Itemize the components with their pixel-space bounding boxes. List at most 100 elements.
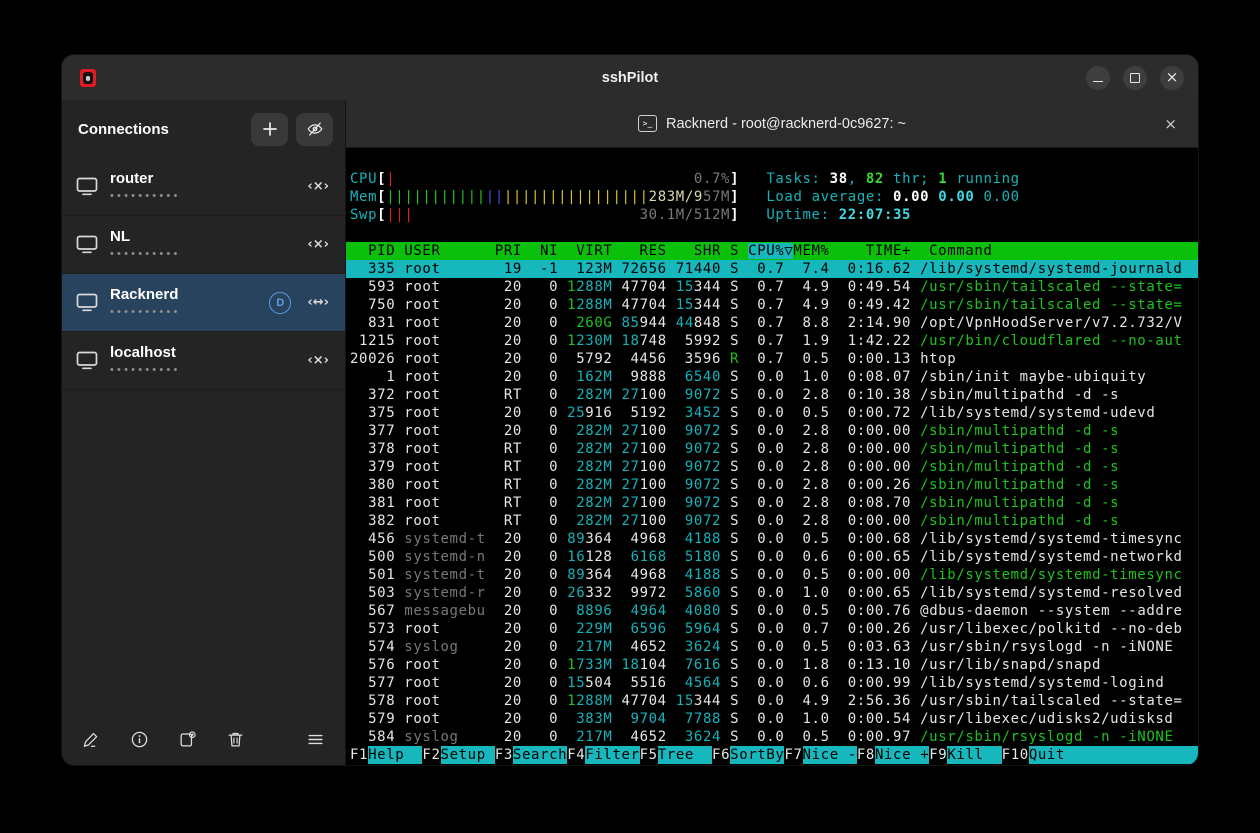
add-connection-button[interactable] (251, 113, 288, 146)
text-segment: CPU%▽ (748, 243, 793, 259)
menu-button[interactable] (306, 730, 325, 749)
copy-connection-button[interactable] (178, 730, 197, 749)
text-segment: 27 (621, 513, 639, 529)
text-segment: 344 S 0.7 4.9 0:49.42 (694, 297, 920, 313)
eye-off-icon (306, 120, 324, 138)
connection-item-nl[interactable]: NL •••••••••• ‹×› (62, 216, 345, 274)
text-segment: 44 (676, 315, 694, 331)
connection-item-racknerd[interactable]: Racknerd •••••••••• D ‹↔› (62, 274, 345, 332)
process-row: 576 root 20 0 1733M 18104 7616 S 0.0 1.8… (350, 656, 1198, 674)
connection-info-button[interactable] (130, 730, 149, 749)
fn-sortby-button[interactable]: SortBy (730, 746, 784, 764)
fnkey-f4: F4 (567, 746, 585, 764)
text-segment: 100 (640, 513, 676, 529)
text-segment: /sbin/multipathd -d -s (920, 513, 1119, 529)
trash-icon (226, 730, 245, 749)
text-segment: 20 0 (486, 531, 567, 547)
terminal-tab-bar[interactable]: >_ Racknerd - root@racknerd-0c9627: ~ × (346, 100, 1198, 148)
text-segment: S 0.0 0.6 0:00.99 /lib/systemd/systemd-l… (721, 675, 1164, 691)
text-segment: syslog (404, 729, 485, 745)
text-segment: /usr/sbin/rsyslogd -n -iNONE (920, 729, 1173, 745)
text-segment: 89 (567, 567, 585, 583)
window-controls: × (1086, 66, 1184, 90)
text-segment: 6540 (676, 369, 721, 385)
text-segment (667, 549, 676, 565)
text-segment: 1 (567, 657, 576, 673)
text-segment: 733M (576, 657, 612, 673)
connection-item-localhost[interactable]: localhost •••••••••• ‹×› (62, 332, 345, 390)
close-button[interactable]: × (1160, 66, 1184, 90)
text-segment: | (386, 171, 395, 187)
text-segment: 573 root 20 0 (350, 621, 567, 637)
text-segment (413, 207, 639, 223)
text-segment: 283M/9 (649, 189, 703, 205)
text-segment: 9072 (676, 387, 721, 403)
text-segment: |||||||||||||||| (504, 189, 649, 205)
maximize-button[interactable] (1123, 66, 1147, 90)
text-segment: 848 S 0.7 8.8 2:14.90 /opt/VpnHoodServer… (694, 315, 1183, 331)
text-segment: 9072 (676, 513, 721, 529)
text-segment: 217M (567, 639, 612, 655)
text-segment: S 0.0 1.0 0:08.07 /sbin/init maybe-ubiqu… (721, 369, 1146, 385)
fn-nice--button[interactable]: Nice + (875, 746, 929, 764)
process-row: 372 root RT 0 282M 27100 9072 S 0.0 2.8 … (350, 386, 1198, 404)
text-segment: 217M (567, 729, 612, 745)
monitor-icon (76, 177, 98, 196)
fn-search-button[interactable]: Search (513, 746, 567, 764)
sidebar-header: Connections (62, 100, 345, 158)
fn-quit-button[interactable]: Quit (1029, 746, 1198, 764)
text-segment: 27 (621, 387, 639, 403)
hide-passwords-button[interactable] (296, 113, 333, 146)
text-segment (612, 333, 621, 349)
text-segment: 100 (640, 477, 676, 493)
connection-item-router[interactable]: router •••••••••• ‹×› (62, 158, 345, 216)
text-segment: 20 0 (486, 729, 567, 745)
text-segment: S 0.0 2.8 0:00.00 (721, 513, 920, 529)
connection-text: localhost •••••••••• (110, 345, 295, 376)
fn-setup-button[interactable]: Setup (441, 746, 495, 764)
text-segment (739, 189, 766, 205)
fnkey-f3: F3 (495, 746, 513, 764)
sidebar-toolbar (62, 713, 345, 765)
text-segment: [ (377, 207, 386, 223)
fn-tree-button[interactable]: Tree (658, 746, 712, 764)
text-segment: 501 (350, 567, 404, 583)
text-segment: 18 (622, 657, 640, 673)
text-segment: MEM% TIME+ Command (793, 243, 992, 259)
edit-connection-button[interactable] (82, 730, 101, 749)
text-segment: 15 (676, 279, 694, 295)
fn-nice--button[interactable]: Nice - (803, 746, 857, 764)
text-segment (350, 225, 359, 241)
text-segment: S 0.0 0.5 0:00.72 /lib/systemd/systemd-u… (721, 405, 1155, 421)
process-row: 593 root 20 0 1288M 47704 15344 S 0.7 4.… (350, 278, 1198, 296)
text-segment: 578 root 20 0 (350, 693, 567, 709)
text-segment: 9704 (621, 711, 666, 727)
terminal-screen[interactable]: CPU[| 0.7%] Tasks: 38, 82 thr; 1 running… (346, 148, 1198, 765)
text-segment: 0.7% (694, 171, 730, 187)
text-segment: 584 (350, 729, 404, 745)
text-segment: 456 (350, 531, 404, 547)
connections-list: router •••••••••• ‹×› NL •••••••••• ‹×› (62, 158, 345, 713)
text-segment: 282M (567, 495, 612, 511)
text-segment: 5860 (676, 585, 721, 601)
text-segment: messagebu (404, 603, 485, 619)
fn-kill-button[interactable]: Kill (947, 746, 1001, 764)
maximize-icon (1130, 73, 1140, 83)
minimize-button[interactable] (1086, 66, 1110, 90)
text-segment: 381 root RT 0 (350, 495, 567, 511)
process-row: 20026 root 20 0 5792 4456 3596 R 0.7 0.5… (350, 350, 1198, 368)
text-segment: 1 (938, 171, 947, 187)
delete-connection-button[interactable] (226, 730, 245, 749)
fn-filter-button[interactable]: Filter (585, 746, 639, 764)
text-segment: /usr/sbin/tailscaled --state= (920, 297, 1182, 313)
text-segment: 4964 (622, 603, 667, 619)
text-segment: S 0.0 0.6 0:00.65 /lib/systemd/systemd-n… (721, 549, 1182, 565)
text-segment: Mem (350, 189, 377, 205)
terminal-tab-close-button[interactable]: × (1158, 100, 1183, 147)
connection-text: router •••••••••• (110, 171, 295, 202)
fn-help-button[interactable]: Help (368, 746, 422, 764)
text-segment: 567 (350, 603, 404, 619)
process-row: 831 root 20 0 260G 85944 44848 S 0.7 8.8… (350, 314, 1198, 332)
text-segment: 27 (621, 441, 639, 457)
text-segment (739, 171, 766, 187)
